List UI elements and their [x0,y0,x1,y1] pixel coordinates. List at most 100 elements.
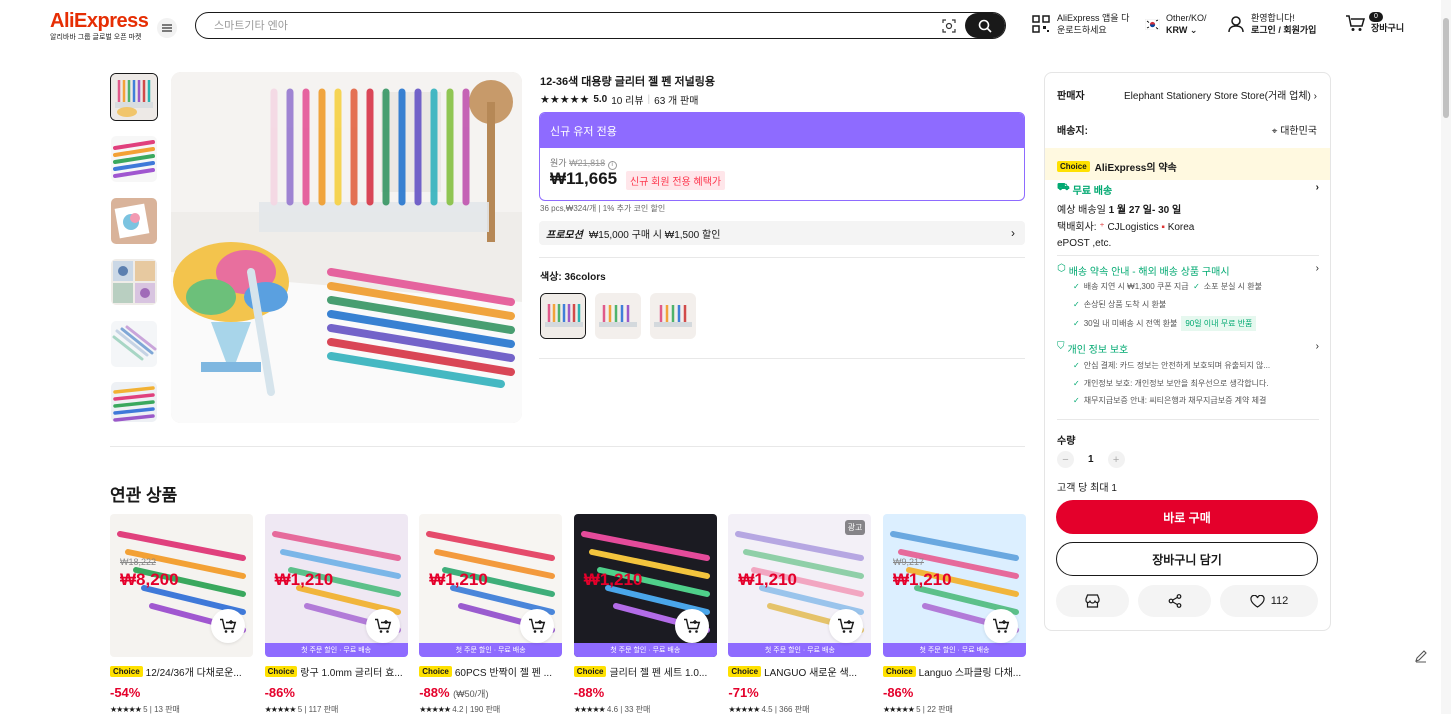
app-download-line1: AliExpress 앱을 다 [1057,13,1130,23]
color-option-36colors[interactable] [540,293,586,339]
related-product-name[interactable]: Choice 글리터 젤 펜 세트 1.0... [573,664,717,679]
qr-code-icon [1032,15,1050,33]
color-option-3[interactable] [650,293,696,339]
related-product-name[interactable]: Choice 60PCS 반짝이 젤 펜 ... [419,664,562,679]
sold-count: 63 개 판매 [654,96,699,107]
first-order-band: 첫 주문 할인 · 무료 배송 [573,643,717,657]
thumbnail-4[interactable] [110,258,158,306]
store-button[interactable] [1056,585,1129,617]
quantity-value[interactable]: 1 [1088,454,1094,465]
star-icon: ★★★★★ [264,705,297,714]
app-download[interactable]: AliExpress 앱을 다운로드하세요 [1032,12,1129,36]
choice-title: AliExpress의 약속 [1094,163,1177,174]
share-icon [1168,594,1181,608]
related-product-card[interactable]: 첫 주문 할인 · 무료 배송 Choice 60PCS 반짝이 젤 펜 ... … [419,514,563,714]
related-product-price: -54% ₩8,200 ₩18,222 [110,557,179,700]
product-title: 12-36색 대용량 글리터 젤 펜 저널링용 [540,76,715,88]
first-order-band: 첫 주문 할인 · 무료 배송 [728,643,872,657]
related-product-name[interactable]: Choice Languo 스파클링 다채... [883,664,1026,679]
related-product-card[interactable]: 첫 주문 할인 · 무료 배송 Choice 랑구 1.0mm 글리터 효... … [264,514,408,714]
app-download-line2: 운로드하세요 [1057,25,1107,35]
chevron-right-icon: › [1313,91,1317,102]
related-product-card[interactable]: 첫 주문 할인 · 무료 배송 Choice Languo 스파클링 다채... … [883,514,1026,714]
add-to-cart-icon[interactable] [211,609,245,643]
image-search-icon[interactable] [937,14,961,38]
add-to-cart-icon[interactable] [520,609,555,643]
thumbnail-1[interactable] [110,73,158,121]
choice-badge: Choice [1057,161,1090,172]
promotion-text: ₩15,000 구매 시 ₩1,500 할인 [588,229,721,241]
related-product-card[interactable]: Choice 12/24/36개 다채로운... -54% ₩8,200 ₩18,… [110,514,253,714]
ship-to-selector[interactable]: ⌖ 대한민국 [1245,122,1317,137]
user-icon [1228,16,1244,33]
increase-button[interactable]: + [1107,451,1125,468]
account-menu[interactable]: 환영합니다! 로그인 / 회원가입 [1227,12,1316,36]
share-button[interactable] [1138,585,1211,617]
search-input[interactable] [196,19,937,32]
thumbnail-3[interactable] [110,197,158,245]
choice-badge: Choice [110,666,143,677]
related-product-name[interactable]: Choice 랑구 1.0mm 글리터 효... [264,664,408,679]
buy-now-button[interactable]: 바로 구매 [1056,500,1318,534]
add-to-cart-icon[interactable] [365,609,400,643]
related-product-name[interactable]: Choice 12/24/36개 다채로운... [110,664,253,679]
guarantee-item: ✓ 손상된 상품 도착 시 환불 [1073,300,1167,309]
edit-icon[interactable] [1414,649,1430,665]
scrollbar-thumb[interactable] [1443,18,1449,118]
promo-header: 신규 유저 전용 [540,113,1024,148]
review-count[interactable]: 10 리뷰 [611,92,643,107]
main-product-image[interactable] [171,72,522,423]
decrease-button[interactable]: − [1057,451,1074,468]
related-product-rating: ★★★★★ 4.5 | 366 판매 [728,705,810,714]
first-order-band: 첫 주문 할인 · 무료 배송 [264,643,408,657]
thumbnail-2[interactable] [110,135,158,183]
seller-link[interactable]: Elephant Stationery Store Store(거래 업체) › [1107,87,1317,102]
related-products-title: 연관 상품 [110,486,178,505]
add-to-cart-icon[interactable] [984,609,1018,643]
aliexpress-logo[interactable]: AliExpress [50,10,149,33]
related-product-price: -86% ₩1,210 [264,570,334,700]
section-divider [110,446,1025,447]
star-icon: ★★★★★ [728,705,760,714]
logo-tagline: 알리바바 그룹 글로벌 오픈 마켓 [50,34,142,41]
search-button[interactable] [965,13,1005,38]
add-to-cart-icon[interactable] [674,609,709,643]
related-product-rating: ★★★★★ 5 | 22 판매 [883,705,953,714]
related-product-name[interactable]: Choice LANGUO 새로운 색... [728,664,871,679]
promotion-row[interactable]: 프로모션 ₩15,000 구매 시 ₩1,500 할인 › [539,221,1025,245]
rating-row[interactable]: ★★★★★ 5.0 10 리뷰 | 63 개 판매 [540,92,699,108]
delivery-estimate: 예상 배송일 1 월 27 일- 30 일 [1057,205,1182,216]
privacy-row[interactable]: ⛉ 개인 정보 보호 › [1057,341,1319,356]
choice-badge: Choice [728,666,762,677]
new-user-price-box: 신규 유저 전용 원가 ₩21,818 i ₩11,665 신규 회원 전용 혜… [539,112,1025,201]
locale-selector[interactable]: Other/KO/KRW ⌄ [1145,12,1207,36]
free-return-badge: 90일 이내 무료 반품 [1181,316,1257,331]
related-product-card[interactable]: 광고 첫 주문 할인 · 무료 배송 Choice LANGUO 새로운 색...… [728,514,872,714]
welcome-text: 환영합니다! [1251,13,1295,23]
related-product-rating: ★★★★★ 4.6 | 33 판매 [573,705,651,714]
delivery-guarantee-row[interactable]: ⬡ 배송 약속 안내 - 해외 배송 상품 구매시 › [1057,263,1319,278]
color-option-2[interactable] [595,293,641,339]
thumbnail-5[interactable] [110,320,158,368]
heart-icon [1250,594,1265,608]
wishlist-button[interactable]: 112 [1220,585,1318,617]
menu-icon[interactable] [157,18,177,38]
search-bar [195,12,1006,39]
thumbnail-6[interactable] [110,381,158,423]
cart-link[interactable]: 0 장바구니 [1345,12,1404,34]
rating-value: 5.0 [593,94,608,105]
store-icon [1085,594,1100,608]
chevron-right-icon: › [1011,226,1015,240]
location-pin-icon: ⌖ [1271,126,1278,137]
quantity-stepper: − 1 + [1057,451,1125,468]
per-unit-price: 36 pcs,₩324/개 | 1% 추가 코인 할인 [540,204,666,213]
related-product-price: -86% ₩1,210 ₩9,217 [883,557,952,700]
related-product-card[interactable]: 첫 주문 할인 · 무료 배송 Choice 글리터 젤 펜 세트 1.0... … [573,514,717,714]
currency: KRW [1166,25,1188,35]
quantity-limit: 고객 당 최대 1 [1057,483,1117,494]
free-shipping-row[interactable]: ⛟ 무료 배송 › [1057,182,1319,197]
add-to-cart-button[interactable]: 장바구니 담기 [1056,542,1318,576]
cart-count-badge: 0 [1369,12,1383,22]
star-icon: ★★★★★ [110,705,142,714]
locale-line1: Other/KO/ [1166,13,1207,23]
